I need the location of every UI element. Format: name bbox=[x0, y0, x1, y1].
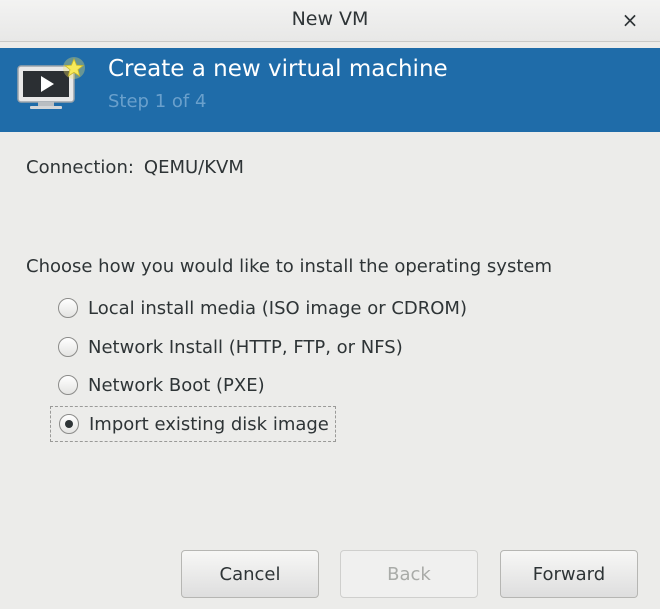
option-local-install-media[interactable]: Local install media (ISO image or CDROM) bbox=[58, 294, 467, 322]
close-icon[interactable]: × bbox=[618, 8, 642, 32]
radio-button[interactable] bbox=[58, 375, 78, 395]
window-titlebar: New VM × bbox=[0, 0, 660, 42]
install-method-prompt: Choose how you would like to install the… bbox=[26, 256, 552, 277]
forward-button[interactable]: Forward bbox=[500, 550, 638, 598]
header-banner: Create a new virtual machine Step 1 of 4 bbox=[0, 48, 660, 132]
page-heading: Create a new virtual machine bbox=[108, 56, 448, 82]
cancel-button[interactable]: Cancel bbox=[181, 550, 319, 598]
virtual-machine-new-icon bbox=[17, 57, 85, 109]
radio-button[interactable] bbox=[58, 298, 78, 318]
option-label: Import existing disk image bbox=[89, 413, 329, 435]
back-button[interactable]: Back bbox=[340, 550, 478, 598]
connection-value: QEMU/KVM bbox=[143, 157, 244, 178]
radio-button-selected[interactable] bbox=[59, 414, 79, 434]
step-indicator: Step 1 of 4 bbox=[108, 91, 207, 112]
radio-dot bbox=[65, 420, 73, 428]
window-title: New VM bbox=[291, 8, 369, 30]
option-label: Network Install (HTTP, FTP, or NFS) bbox=[88, 336, 403, 358]
option-network-install[interactable]: Network Install (HTTP, FTP, or NFS) bbox=[58, 333, 403, 361]
connection-label: Connection: bbox=[26, 157, 134, 178]
option-import-disk-image[interactable]: Import existing disk image bbox=[50, 406, 336, 442]
option-label: Network Boot (PXE) bbox=[88, 374, 265, 396]
option-label: Local install media (ISO image or CDROM) bbox=[88, 297, 467, 319]
radio-button[interactable] bbox=[58, 337, 78, 357]
connection-row: Connection: QEMU/KVM bbox=[26, 157, 244, 178]
option-network-boot[interactable]: Network Boot (PXE) bbox=[58, 371, 265, 399]
